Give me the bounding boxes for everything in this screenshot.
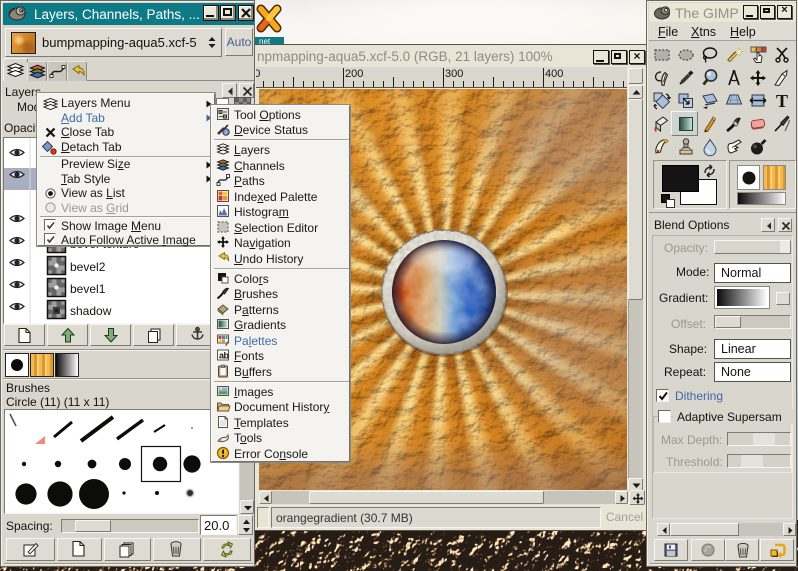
svg-text:T: T	[776, 91, 788, 111]
svg-text:b: b	[224, 351, 230, 361]
